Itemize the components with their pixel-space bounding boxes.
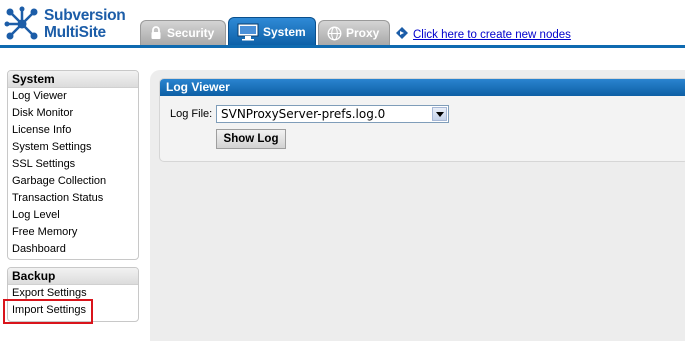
diamond-arrow-icon xyxy=(396,27,408,42)
sidebar-item-log-level[interactable]: Log Level xyxy=(8,207,138,224)
sidebar-backup-title: Backup xyxy=(8,268,138,285)
tab-system[interactable]: System xyxy=(228,17,316,46)
create-nodes-link-container: Click here to create new nodes xyxy=(396,27,571,42)
sidebar-item-log-viewer[interactable]: Log Viewer xyxy=(8,88,138,105)
tab-proxy[interactable]: Proxy xyxy=(318,20,390,45)
tab-system-label: System xyxy=(263,25,306,39)
sidebar-item-transaction-status[interactable]: Transaction Status xyxy=(8,190,138,207)
log-file-select[interactable]: SVNProxyServer-prefs.log.0 xyxy=(216,105,449,123)
sidebar-item-free-memory[interactable]: Free Memory xyxy=(8,224,138,241)
tab-proxy-label: Proxy xyxy=(346,26,380,40)
log-file-label: Log File: xyxy=(170,108,213,120)
sidebar-item-dashboard[interactable]: Dashboard xyxy=(8,241,138,258)
monitor-icon xyxy=(237,23,259,41)
logo-line1: Subversion xyxy=(44,7,126,24)
sidebar-item-ssl-settings[interactable]: SSL Settings xyxy=(8,156,138,173)
import-settings-highlight-box xyxy=(3,299,93,324)
create-nodes-link[interactable]: Click here to create new nodes xyxy=(413,29,571,41)
sidebar-item-garbage-collection[interactable]: Garbage Collection xyxy=(8,173,138,190)
sidebar-item-license-info[interactable]: License Info xyxy=(8,122,138,139)
log-file-select-value: SVNProxyServer-prefs.log.0 xyxy=(221,107,386,121)
tab-security[interactable]: Security xyxy=(140,20,226,45)
sidebar-system-section: System Log Viewer Disk Monitor License I… xyxy=(7,70,139,260)
lock-icon xyxy=(149,26,163,40)
show-log-button[interactable]: Show Log xyxy=(216,129,286,149)
tab-security-label: Security xyxy=(167,26,215,40)
chevron-down-icon[interactable] xyxy=(432,107,447,121)
network-logo-icon xyxy=(4,6,38,40)
globe-icon xyxy=(327,26,342,41)
sidebar-item-disk-monitor[interactable]: Disk Monitor xyxy=(8,105,138,122)
log-viewer-title: Log Viewer xyxy=(160,79,685,96)
sidebar-system-title: System xyxy=(8,71,138,88)
log-viewer-panel: Log Viewer Log File: SVNProxyServer-pref… xyxy=(159,78,685,162)
logo-text: Subversion MultiSite xyxy=(44,7,126,41)
tabs-underline xyxy=(0,45,685,48)
logo-line2: MultiSite xyxy=(44,24,106,41)
app-logo: Subversion MultiSite xyxy=(4,4,136,44)
sidebar-item-system-settings[interactable]: System Settings xyxy=(8,139,138,156)
